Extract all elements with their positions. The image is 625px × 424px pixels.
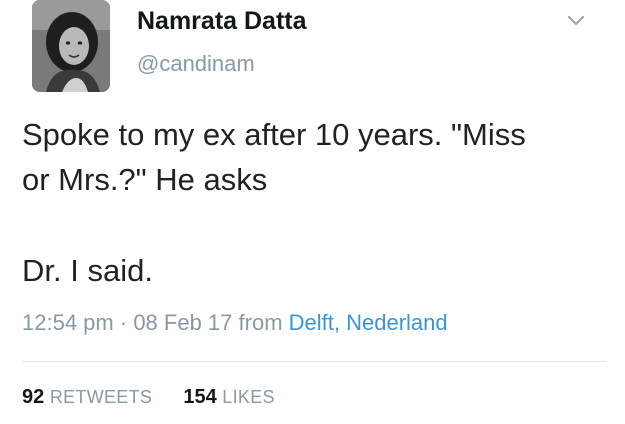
divider bbox=[22, 361, 607, 362]
from-label: from bbox=[238, 310, 283, 335]
likes-stat[interactable]: 154 LIKES bbox=[183, 386, 274, 408]
retweets-label: RETWEETS bbox=[49, 387, 153, 407]
avatar-photo bbox=[32, 0, 110, 92]
retweets-count: 92 bbox=[22, 386, 45, 408]
chevron-down-icon[interactable] bbox=[566, 14, 586, 28]
avatar[interactable] bbox=[32, 0, 110, 92]
tweet-metadata: 12:54 pm · 08 Feb 17 from Delft, Nederla… bbox=[22, 310, 448, 336]
tweet-text-line: Dr. I said. bbox=[22, 253, 153, 288]
tweet-text-line: Spoke to my ex after 10 years. "Miss bbox=[22, 117, 526, 152]
author-name[interactable]: Namrata Datta bbox=[137, 7, 307, 36]
likes-count: 154 bbox=[183, 386, 217, 408]
tweet-time[interactable]: 12:54 pm bbox=[22, 310, 114, 335]
likes-label: LIKES bbox=[222, 387, 275, 407]
tweet-stats: 92 RETWEETS 154 LIKES bbox=[22, 386, 275, 409]
tweet-date[interactable]: 08 Feb 17 bbox=[133, 310, 232, 335]
tweet-text-line: or Mrs.?" He asks bbox=[22, 162, 268, 197]
tweet-card: Namrata Datta @candinam Spoke to my ex a… bbox=[0, 0, 625, 424]
retweets-stat[interactable]: 92 RETWEETS bbox=[22, 386, 158, 408]
meta-separator: · bbox=[119, 310, 128, 335]
location-link[interactable]: Delft, Nederland bbox=[289, 310, 448, 335]
author-handle[interactable]: @candinam bbox=[137, 51, 255, 77]
